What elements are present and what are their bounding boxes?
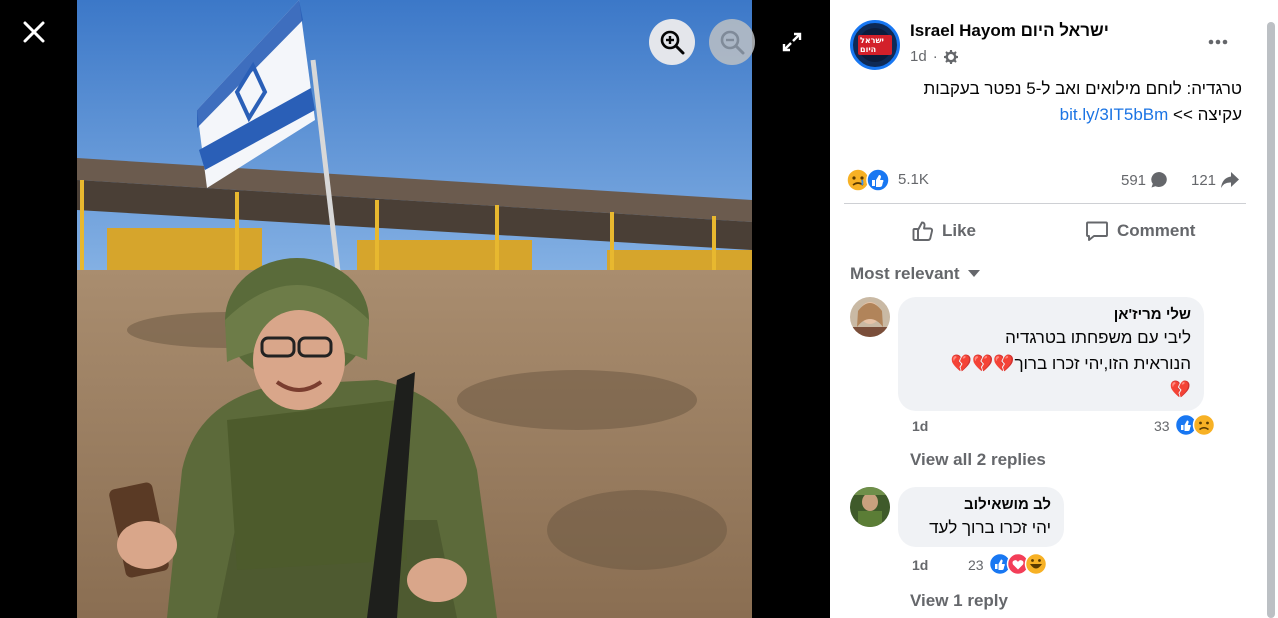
comment-time[interactable]: 1d (912, 557, 928, 573)
share-arrow-icon (1221, 172, 1240, 188)
reaction-count[interactable]: 5.1K (898, 171, 929, 188)
avatar-image (850, 487, 890, 527)
post-time[interactable]: 1d (910, 48, 927, 65)
post-meta: 1d · (910, 48, 958, 65)
more-options-button[interactable] (1204, 28, 1232, 56)
broken-heart-emojis: 💔💔💔 (950, 354, 1015, 373)
comment-author[interactable]: שלי מריז'אן (911, 305, 1191, 325)
like-button-label: Like (942, 221, 977, 240)
share-count-value: 121 (1191, 171, 1217, 189)
page-name[interactable]: Israel Hayom ישראל היום (910, 21, 1109, 41)
actions-divider (844, 203, 1246, 204)
comment-reaction-count[interactable]: 23 (968, 557, 984, 573)
more-dots-icon (1208, 39, 1228, 45)
comment-text-line-2-words: הנוראית הזו,יהי זכרו ברוך (1014, 354, 1191, 373)
close-button[interactable] (14, 12, 54, 52)
comment-bubble: שלי מריז'אן ליבי עם משפחתו בטרגדיה הנורא… (898, 297, 1204, 411)
comment-reaction-count[interactable]: 33 (1154, 418, 1170, 434)
photo-viewer (0, 0, 830, 618)
comment-item: לב מושאילוב יהי זכרו ברוך לעד 1d 23 View… (850, 487, 1250, 618)
page-avatar[interactable]: ישראל היום (850, 20, 900, 70)
caret-down-icon (967, 270, 980, 277)
comment-text-line-1: יהי זכרו ברוך לעד (929, 518, 1051, 537)
post-text-line-1: טרגדיה: לוחם מילואים ואב ל-5 נפטר בעקבות (923, 79, 1242, 98)
post-text-suffix: עקיצה >> (1173, 105, 1242, 124)
zoom-out-icon (720, 30, 745, 55)
comment-count-value: 591 (1121, 171, 1147, 189)
soldier-photo-illustration (77, 0, 752, 618)
comment-reaction-icons[interactable] (1174, 413, 1218, 437)
comment-bubble-icon (1151, 172, 1167, 188)
comment-avatar[interactable] (850, 487, 890, 527)
comment-icon (1086, 221, 1108, 241)
view-replies-link[interactable]: View all 2 replies (910, 450, 1046, 470)
panel-scrollbar[interactable] (1264, 0, 1278, 618)
page-logo: ישראל היום (858, 28, 892, 62)
panel-scrollbar-thumb[interactable] (1267, 22, 1275, 618)
comment-button[interactable]: Comment (1085, 212, 1195, 250)
page-logo-text: ישראל היום (858, 35, 892, 55)
comment-text-line-2: הנוראית הזו,יהי זכרו ברוך💔💔💔 (911, 351, 1191, 377)
zoom-out-button[interactable] (709, 19, 755, 65)
comment-button-label: Comment (1117, 221, 1196, 240)
comments-sort-dropdown[interactable]: Most relevant (850, 264, 980, 284)
post-text-line-2: עקיצה >> bit.ly/3IT5bBm (862, 102, 1242, 128)
comment-text-line-1: ליבי עם משפחתו בטרגדיה (1005, 328, 1191, 347)
avatar-image (850, 297, 890, 337)
reactions-summary: 5.1K 591 121 (846, 166, 1246, 194)
comment-text-line-3: 💔 (1169, 380, 1191, 399)
comment-author[interactable]: לב מושאילוב (911, 495, 1051, 515)
reaction-icons[interactable] (846, 168, 892, 192)
zoom-in-icon (660, 30, 685, 55)
comment-item: שלי מריז'אן ליבי עם משפחתו בטרגדיה הנורא… (850, 297, 1250, 470)
post-photo[interactable] (77, 0, 752, 618)
post-link[interactable]: bit.ly/3IT5bBm (1060, 105, 1169, 124)
post-meta-separator: · (932, 48, 938, 65)
comment-time[interactable]: 1d (912, 418, 928, 434)
gear-icon[interactable] (943, 49, 958, 64)
comment-avatar[interactable] (850, 297, 890, 337)
comment-reaction-icons[interactable] (988, 552, 1052, 576)
zoom-in-button[interactable] (649, 19, 695, 65)
comments-sort-label: Most relevant (850, 264, 960, 283)
fullscreen-icon (782, 32, 802, 52)
like-thumb-icon (912, 221, 934, 241)
share-count[interactable]: 121 (1191, 171, 1240, 189)
comment-bubble: לב מושאילוב יהי זכרו ברוך לעד (898, 487, 1064, 547)
view-replies-link[interactable]: View 1 reply (910, 591, 1008, 611)
post-panel: ישראל היום Israel Hayom ישראל היום 1d · … (830, 0, 1278, 618)
fullscreen-button[interactable] (776, 26, 808, 58)
close-icon (23, 21, 45, 43)
comment-count[interactable]: 591 (1121, 171, 1168, 189)
like-button[interactable]: Like (912, 212, 976, 250)
post-text: טרגדיה: לוחם מילואים ואב ל-5 נפטר בעקבות… (862, 76, 1242, 128)
